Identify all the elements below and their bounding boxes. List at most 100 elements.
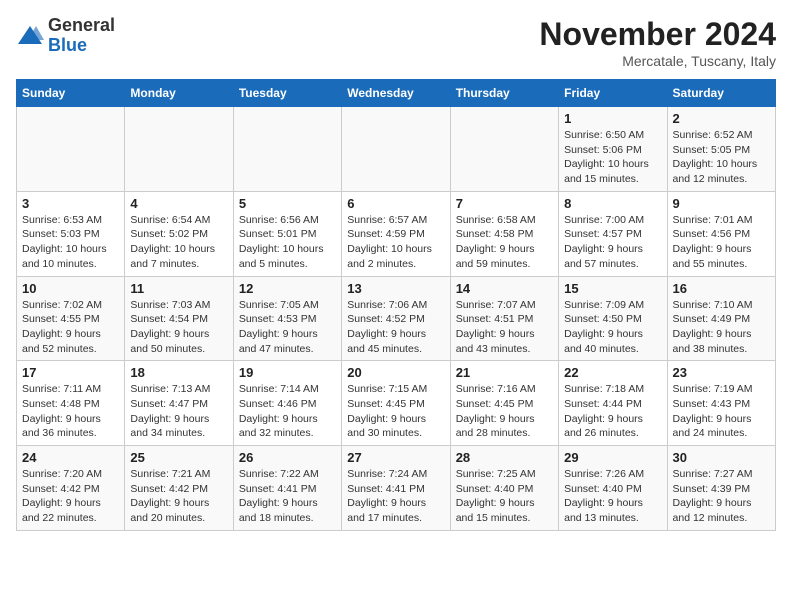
day-info: Sunrise: 7:26 AM Sunset: 4:40 PM Dayligh… (564, 467, 661, 526)
calendar-cell: 14 Sunrise: 7:07 AM Sunset: 4:51 PM Dayli… (450, 276, 558, 361)
day-number: 8 (564, 196, 661, 211)
page-header: General Blue November 2024 Mercatale, Tu… (16, 16, 776, 69)
calendar-cell: 3 Sunrise: 6:53 AM Sunset: 5:03 PM Daylig… (17, 191, 125, 276)
calendar-cell: 25 Sunrise: 7:21 AM Sunset: 4:42 PM Dayli… (125, 446, 233, 531)
day-info: Sunrise: 7:22 AM Sunset: 4:41 PM Dayligh… (239, 467, 336, 526)
calendar-cell: 15 Sunrise: 7:09 AM Sunset: 4:50 PM Dayli… (559, 276, 667, 361)
day-info: Sunrise: 6:54 AM Sunset: 5:02 PM Dayligh… (130, 213, 227, 272)
day-info: Sunrise: 7:01 AM Sunset: 4:56 PM Dayligh… (673, 213, 770, 272)
calendar-cell: 6 Sunrise: 6:57 AM Sunset: 4:59 PM Daylig… (342, 191, 450, 276)
calendar-cell: 16Sunrise: 7:10 AM Sunset: 4:49 PM Dayli… (667, 276, 775, 361)
week-row-1: 1 Sunrise: 6:50 AM Sunset: 5:06 PM Daylig… (17, 107, 776, 192)
day-number: 13 (347, 281, 444, 296)
calendar-cell: 30Sunrise: 7:27 AM Sunset: 4:39 PM Dayli… (667, 446, 775, 531)
calendar-cell: 21 Sunrise: 7:16 AM Sunset: 4:45 PM Dayli… (450, 361, 558, 446)
day-number: 5 (239, 196, 336, 211)
location-text: Mercatale, Tuscany, Italy (539, 53, 776, 69)
calendar-cell: 12 Sunrise: 7:05 AM Sunset: 4:53 PM Dayli… (233, 276, 341, 361)
logo-icon (16, 22, 44, 50)
column-header-monday: Monday (125, 80, 233, 107)
day-number: 9 (673, 196, 770, 211)
week-row-5: 24 Sunrise: 7:20 AM Sunset: 4:42 PM Dayli… (17, 446, 776, 531)
calendar-cell: 29 Sunrise: 7:26 AM Sunset: 4:40 PM Dayli… (559, 446, 667, 531)
day-info: Sunrise: 7:03 AM Sunset: 4:54 PM Dayligh… (130, 298, 227, 357)
day-number: 16 (673, 281, 770, 296)
day-number: 17 (22, 365, 119, 380)
logo-general-text: General (48, 15, 115, 35)
day-number: 30 (673, 450, 770, 465)
calendar-cell: 22 Sunrise: 7:18 AM Sunset: 4:44 PM Dayli… (559, 361, 667, 446)
calendar-table: SundayMondayTuesdayWednesdayThursdayFrid… (16, 79, 776, 531)
day-number: 25 (130, 450, 227, 465)
day-number: 24 (22, 450, 119, 465)
day-number: 15 (564, 281, 661, 296)
day-number: 26 (239, 450, 336, 465)
day-info: Sunrise: 6:50 AM Sunset: 5:06 PM Dayligh… (564, 128, 661, 187)
column-header-wednesday: Wednesday (342, 80, 450, 107)
logo-blue-text: Blue (48, 35, 87, 55)
day-info: Sunrise: 7:09 AM Sunset: 4:50 PM Dayligh… (564, 298, 661, 357)
header-row: SundayMondayTuesdayWednesdayThursdayFrid… (17, 80, 776, 107)
logo: General Blue (16, 16, 115, 56)
day-info: Sunrise: 6:58 AM Sunset: 4:58 PM Dayligh… (456, 213, 553, 272)
day-number: 21 (456, 365, 553, 380)
calendar-cell (450, 107, 558, 192)
day-number: 20 (347, 365, 444, 380)
day-number: 12 (239, 281, 336, 296)
week-row-4: 17Sunrise: 7:11 AM Sunset: 4:48 PM Dayli… (17, 361, 776, 446)
day-number: 1 (564, 111, 661, 126)
calendar-cell: 10 Sunrise: 7:02 AM Sunset: 4:55 PM Dayli… (17, 276, 125, 361)
day-info: Sunrise: 7:13 AM Sunset: 4:47 PM Dayligh… (130, 382, 227, 441)
day-number: 28 (456, 450, 553, 465)
day-number: 4 (130, 196, 227, 211)
day-number: 22 (564, 365, 661, 380)
day-number: 23 (673, 365, 770, 380)
column-header-thursday: Thursday (450, 80, 558, 107)
calendar-cell: 23Sunrise: 7:19 AM Sunset: 4:43 PM Dayli… (667, 361, 775, 446)
calendar-cell: 27Sunrise: 7:24 AM Sunset: 4:41 PM Dayli… (342, 446, 450, 531)
calendar-cell (342, 107, 450, 192)
day-info: Sunrise: 7:00 AM Sunset: 4:57 PM Dayligh… (564, 213, 661, 272)
day-info: Sunrise: 7:20 AM Sunset: 4:42 PM Dayligh… (22, 467, 119, 526)
calendar-cell (125, 107, 233, 192)
day-info: Sunrise: 6:52 AM Sunset: 5:05 PM Dayligh… (673, 128, 770, 187)
column-header-tuesday: Tuesday (233, 80, 341, 107)
day-info: Sunrise: 7:14 AM Sunset: 4:46 PM Dayligh… (239, 382, 336, 441)
day-info: Sunrise: 7:07 AM Sunset: 4:51 PM Dayligh… (456, 298, 553, 357)
day-number: 11 (130, 281, 227, 296)
day-number: 19 (239, 365, 336, 380)
day-number: 27 (347, 450, 444, 465)
day-number: 10 (22, 281, 119, 296)
day-number: 2 (673, 111, 770, 126)
day-number: 14 (456, 281, 553, 296)
calendar-cell: 9 Sunrise: 7:01 AM Sunset: 4:56 PM Daylig… (667, 191, 775, 276)
calendar-cell: 4 Sunrise: 6:54 AM Sunset: 5:02 PM Daylig… (125, 191, 233, 276)
calendar-body: 1 Sunrise: 6:50 AM Sunset: 5:06 PM Daylig… (17, 107, 776, 531)
calendar-cell: 24 Sunrise: 7:20 AM Sunset: 4:42 PM Dayli… (17, 446, 125, 531)
calendar-cell: 26 Sunrise: 7:22 AM Sunset: 4:41 PM Dayli… (233, 446, 341, 531)
column-header-sunday: Sunday (17, 80, 125, 107)
calendar-cell: 18Sunrise: 7:13 AM Sunset: 4:47 PM Dayli… (125, 361, 233, 446)
column-header-saturday: Saturday (667, 80, 775, 107)
calendar-cell: 1 Sunrise: 6:50 AM Sunset: 5:06 PM Daylig… (559, 107, 667, 192)
day-info: Sunrise: 6:56 AM Sunset: 5:01 PM Dayligh… (239, 213, 336, 272)
day-number: 29 (564, 450, 661, 465)
day-info: Sunrise: 7:06 AM Sunset: 4:52 PM Dayligh… (347, 298, 444, 357)
day-number: 6 (347, 196, 444, 211)
calendar-cell: 8 Sunrise: 7:00 AM Sunset: 4:57 PM Daylig… (559, 191, 667, 276)
day-info: Sunrise: 6:53 AM Sunset: 5:03 PM Dayligh… (22, 213, 119, 272)
day-info: Sunrise: 7:16 AM Sunset: 4:45 PM Dayligh… (456, 382, 553, 441)
day-info: Sunrise: 7:05 AM Sunset: 4:53 PM Dayligh… (239, 298, 336, 357)
calendar-cell: 20Sunrise: 7:15 AM Sunset: 4:45 PM Dayli… (342, 361, 450, 446)
day-info: Sunrise: 7:18 AM Sunset: 4:44 PM Dayligh… (564, 382, 661, 441)
week-row-3: 10 Sunrise: 7:02 AM Sunset: 4:55 PM Dayli… (17, 276, 776, 361)
title-block: November 2024 Mercatale, Tuscany, Italy (539, 16, 776, 69)
day-info: Sunrise: 6:57 AM Sunset: 4:59 PM Dayligh… (347, 213, 444, 272)
calendar-cell: 7Sunrise: 6:58 AM Sunset: 4:58 PM Daylig… (450, 191, 558, 276)
day-number: 3 (22, 196, 119, 211)
calendar-cell: 19 Sunrise: 7:14 AM Sunset: 4:46 PM Dayli… (233, 361, 341, 446)
day-info: Sunrise: 7:02 AM Sunset: 4:55 PM Dayligh… (22, 298, 119, 357)
day-info: Sunrise: 7:21 AM Sunset: 4:42 PM Dayligh… (130, 467, 227, 526)
calendar-cell: 11 Sunrise: 7:03 AM Sunset: 4:54 PM Dayli… (125, 276, 233, 361)
calendar-cell: 17Sunrise: 7:11 AM Sunset: 4:48 PM Dayli… (17, 361, 125, 446)
